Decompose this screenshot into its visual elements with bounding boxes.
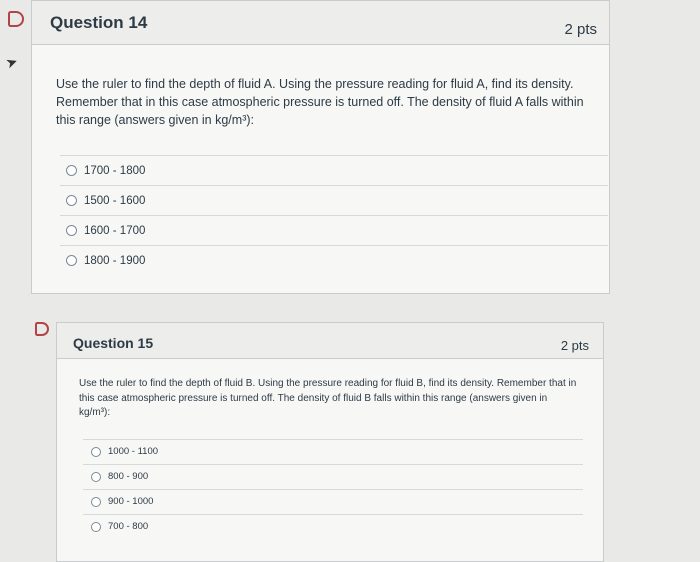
answer-list: 1000 - 1100 800 - 900 900 - 1000 700 - 8… xyxy=(83,438,583,539)
question-text: Use the ruler to find the depth of fluid… xyxy=(79,378,577,418)
radio-button[interactable] xyxy=(66,255,77,267)
answer-label: 1700 - 1800 xyxy=(84,164,146,177)
answer-option[interactable]: 1600 - 1700 xyxy=(60,215,608,245)
answer-label: 700 - 800 xyxy=(108,521,149,532)
radio-button[interactable] xyxy=(66,165,77,177)
question-header: Question 15 2 pts xyxy=(57,323,603,359)
question-points: 2 pts xyxy=(564,21,597,38)
flag-question-icon[interactable] xyxy=(8,11,24,27)
answer-label: 1500 - 1600 xyxy=(84,194,146,207)
question-header: Question 14 2 pts xyxy=(32,1,609,45)
question-title: Question 14 xyxy=(50,12,148,32)
cursor-arrow-icon: ➤ xyxy=(3,52,20,72)
radio-button[interactable] xyxy=(91,521,101,532)
answer-option[interactable]: 1800 - 1900 xyxy=(60,245,608,275)
answer-option[interactable]: 900 - 1000 xyxy=(83,488,583,514)
radio-button[interactable] xyxy=(66,225,77,237)
radio-button[interactable] xyxy=(91,446,101,457)
question-title: Question 15 xyxy=(73,334,154,351)
radio-button[interactable] xyxy=(91,496,101,507)
answer-label: 800 - 900 xyxy=(108,471,149,482)
answer-list: 1700 - 1800 1500 - 1600 1600 - 1700 1800… xyxy=(60,155,608,275)
question-15: Question 15 2 pts Use the ruler to find … xyxy=(56,322,604,562)
flag-question-icon[interactable] xyxy=(35,322,49,336)
answer-label: 1800 - 1900 xyxy=(84,254,146,267)
answer-label: 900 - 1000 xyxy=(108,496,154,507)
answer-option[interactable]: 1500 - 1600 xyxy=(60,185,608,215)
answer-option[interactable]: 700 - 800 xyxy=(83,513,583,539)
question-points: 2 pts xyxy=(560,338,589,353)
answer-option[interactable]: 1000 - 1100 xyxy=(83,438,583,464)
answer-label: 1000 - 1100 xyxy=(108,446,159,457)
radio-button[interactable] xyxy=(66,195,77,207)
answer-label: 1600 - 1700 xyxy=(84,224,146,237)
question-14: Question 14 2 pts Use the ruler to find … xyxy=(31,0,610,294)
answer-option[interactable]: 800 - 900 xyxy=(83,463,583,489)
answer-option[interactable]: 1700 - 1800 xyxy=(60,155,608,185)
question-text: Use the ruler to find the depth of fluid… xyxy=(56,77,584,128)
radio-button[interactable] xyxy=(91,471,101,482)
